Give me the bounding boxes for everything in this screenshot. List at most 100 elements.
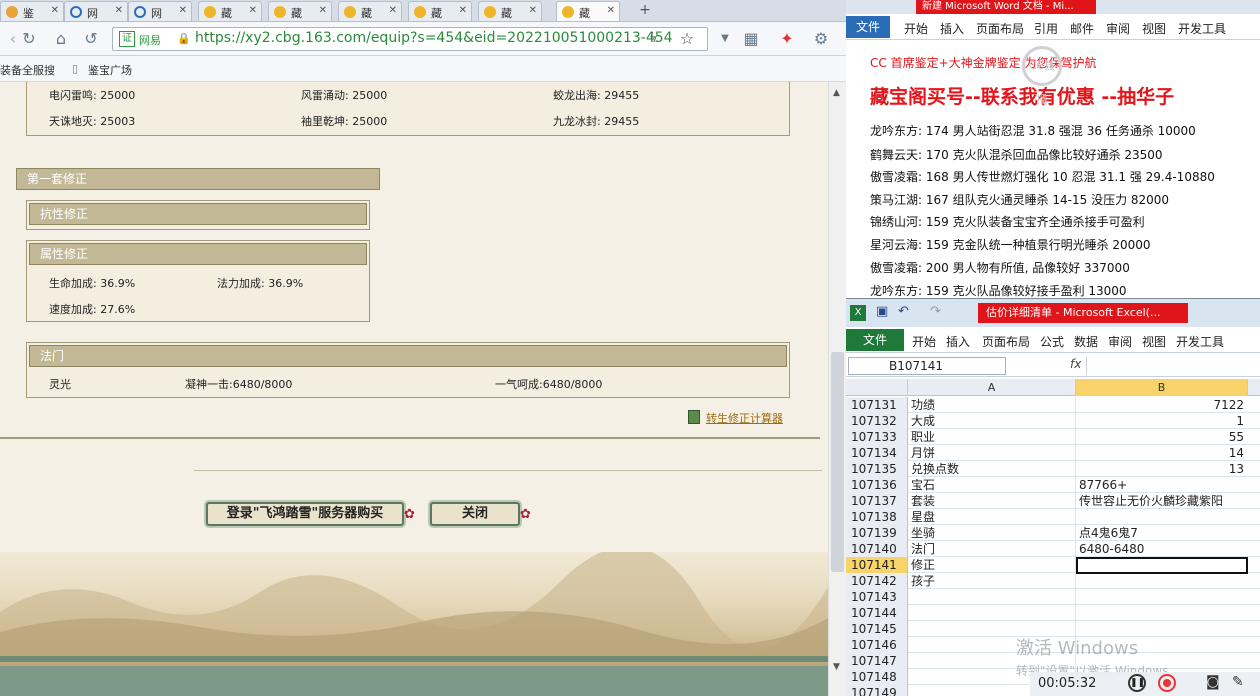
- word-tab-insert[interactable]: 插入: [940, 20, 964, 37]
- url-text[interactable]: https://xy2.cbg.163.com/equip?s=454&eid=…: [195, 30, 673, 46]
- word-tab-developer[interactable]: 开发工具: [1178, 20, 1226, 37]
- star-icon[interactable]: ☆: [676, 28, 698, 50]
- browser-tab[interactable]: 藏 ✕: [408, 1, 472, 21]
- excel-tab-view[interactable]: 视图: [1142, 333, 1166, 350]
- table-row[interactable]: 107131 功绩 7122: [846, 397, 1260, 413]
- row-header[interactable]: 107143: [846, 589, 908, 605]
- browser-tab[interactable]: 网 ✕: [64, 1, 128, 21]
- pause-icon[interactable]: ❚❚: [1128, 674, 1146, 692]
- excel-tab-review[interactable]: 审阅: [1108, 333, 1132, 350]
- word-file-tab[interactable]: 文件: [846, 16, 890, 38]
- vertical-scrollbar[interactable]: ▲ ▼: [828, 82, 846, 696]
- row-header[interactable]: 107147: [846, 653, 908, 669]
- close-tab-icon[interactable]: ✕: [51, 5, 59, 16]
- column-header-a[interactable]: A: [908, 379, 1076, 396]
- select-all-corner[interactable]: [846, 379, 908, 396]
- speed-mode-icon[interactable]: ϟ: [649, 31, 658, 46]
- cell-a[interactable]: [908, 589, 1076, 605]
- table-row[interactable]: 107144: [846, 605, 1260, 621]
- cell-a[interactable]: 功绩: [908, 397, 1076, 413]
- row-header[interactable]: 107140: [846, 541, 908, 557]
- cell-a[interactable]: 月饼: [908, 445, 1076, 461]
- cell-a[interactable]: 孩子: [908, 573, 1076, 589]
- table-row[interactable]: 107141 修正: [846, 557, 1260, 574]
- word-tab-mail[interactable]: 邮件: [1070, 20, 1094, 37]
- row-header[interactable]: 107141: [846, 557, 908, 573]
- close-tab-icon[interactable]: ✕: [389, 5, 397, 16]
- cell-b[interactable]: 13: [1076, 461, 1248, 477]
- row-header[interactable]: 107132: [846, 413, 908, 429]
- address-bar[interactable]: 证 网易 🔒 https://xy2.cbg.163.com/equip?s=4…: [112, 27, 708, 51]
- cell-a[interactable]: 大成: [908, 413, 1076, 429]
- row-header[interactable]: 107139: [846, 525, 908, 541]
- browser-tab[interactable]: 藏 ✕: [478, 1, 542, 21]
- row-header[interactable]: 107144: [846, 605, 908, 621]
- cell-b[interactable]: 1: [1076, 413, 1248, 429]
- cell-a[interactable]: [908, 605, 1076, 621]
- tools-icon[interactable]: ⚙: [810, 28, 832, 50]
- close-tab-icon[interactable]: ✕: [319, 5, 327, 16]
- refresh-icon[interactable]: ↻: [18, 28, 40, 50]
- pen-icon[interactable]: ✎: [1232, 674, 1244, 690]
- browser-tab[interactable]: 鉴 ✕: [0, 1, 64, 21]
- browser-tab[interactable]: 藏 ✕: [268, 1, 332, 21]
- table-row[interactable]: 107135 兑换点数 13: [846, 461, 1260, 477]
- row-header[interactable]: 107131: [846, 397, 908, 413]
- table-row[interactable]: 107133 职业 55: [846, 429, 1260, 445]
- cell-a[interactable]: 职业: [908, 429, 1076, 445]
- excel-tab-insert[interactable]: 插入: [946, 333, 970, 350]
- close-tab-icon[interactable]: ✕: [529, 5, 537, 16]
- row-header[interactable]: 107138: [846, 509, 908, 525]
- buy-button[interactable]: 登录"飞鸿踏雪"服务器购买: [206, 502, 404, 526]
- cell-b[interactable]: [1076, 509, 1248, 525]
- grid-icon[interactable]: ▦: [740, 28, 762, 50]
- close-tab-icon[interactable]: ✕: [249, 5, 257, 16]
- excel-tab-developer[interactable]: 开发工具: [1176, 333, 1224, 350]
- row-header[interactable]: 107145: [846, 621, 908, 637]
- home-icon[interactable]: ⌂: [50, 28, 72, 50]
- bookmark-item[interactable]: 鉴宝广场: [88, 62, 132, 78]
- table-row[interactable]: 107139 坐骑 点4鬼6鬼7: [846, 525, 1260, 541]
- fx-icon[interactable]: fx: [1070, 357, 1081, 371]
- scroll-up-icon[interactable]: ▲: [833, 88, 840, 98]
- undo-close-icon[interactable]: ↺: [80, 28, 102, 50]
- browser-tab[interactable]: 藏 ✕: [198, 1, 262, 21]
- row-header[interactable]: 107134: [846, 445, 908, 461]
- cell-b[interactable]: [1076, 605, 1248, 621]
- browser-tab[interactable]: 藏 ✕: [338, 1, 402, 21]
- row-header[interactable]: 107137: [846, 493, 908, 509]
- word-tab-review[interactable]: 审阅: [1106, 20, 1130, 37]
- table-row[interactable]: 107136 宝石 87766+: [846, 477, 1260, 493]
- cell-a[interactable]: 星盘: [908, 509, 1076, 525]
- cell-a[interactable]: 修正: [908, 557, 1076, 573]
- row-header[interactable]: 107136: [846, 477, 908, 493]
- cell-b[interactable]: 7122: [1076, 397, 1248, 413]
- scroll-down-icon[interactable]: ▼: [833, 662, 840, 672]
- row-header[interactable]: 107146: [846, 637, 908, 653]
- excel-file-tab[interactable]: 文件: [846, 329, 904, 351]
- word-tab-references[interactable]: 引用: [1034, 20, 1058, 37]
- word-tab-view[interactable]: 视图: [1142, 20, 1166, 37]
- table-row[interactable]: 107138 星盘: [846, 509, 1260, 525]
- selected-cell[interactable]: [1076, 557, 1248, 574]
- word-tab-layout[interactable]: 页面布局: [976, 20, 1024, 37]
- bookmark-item[interactable]: 装备全服搜: [0, 62, 55, 78]
- cell-b[interactable]: 6480-6480: [1076, 541, 1248, 557]
- word-tab-home[interactable]: 开始: [904, 20, 928, 37]
- game-icon[interactable]: ✦: [776, 28, 798, 50]
- cell-a[interactable]: 坐骑: [908, 525, 1076, 541]
- name-box[interactable]: B107141: [848, 357, 1006, 375]
- cell-a[interactable]: 法门: [908, 541, 1076, 557]
- close-tab-icon[interactable]: ✕: [115, 5, 123, 16]
- camera-icon[interactable]: ◙: [1206, 674, 1220, 690]
- table-row[interactable]: 107140 法门 6480-6480: [846, 541, 1260, 557]
- row-header[interactable]: 107133: [846, 429, 908, 445]
- save-icon[interactable]: ▣: [876, 304, 888, 319]
- cell-a[interactable]: 兑换点数: [908, 461, 1076, 477]
- cell-a[interactable]: 宝石: [908, 477, 1076, 493]
- calculator-link[interactable]: 转生修正计算器: [706, 410, 783, 426]
- close-button[interactable]: 关闭: [430, 502, 520, 526]
- excel-tab-home[interactable]: 开始: [912, 333, 936, 350]
- formula-input[interactable]: [1086, 357, 1258, 375]
- row-header[interactable]: 107142: [846, 573, 908, 589]
